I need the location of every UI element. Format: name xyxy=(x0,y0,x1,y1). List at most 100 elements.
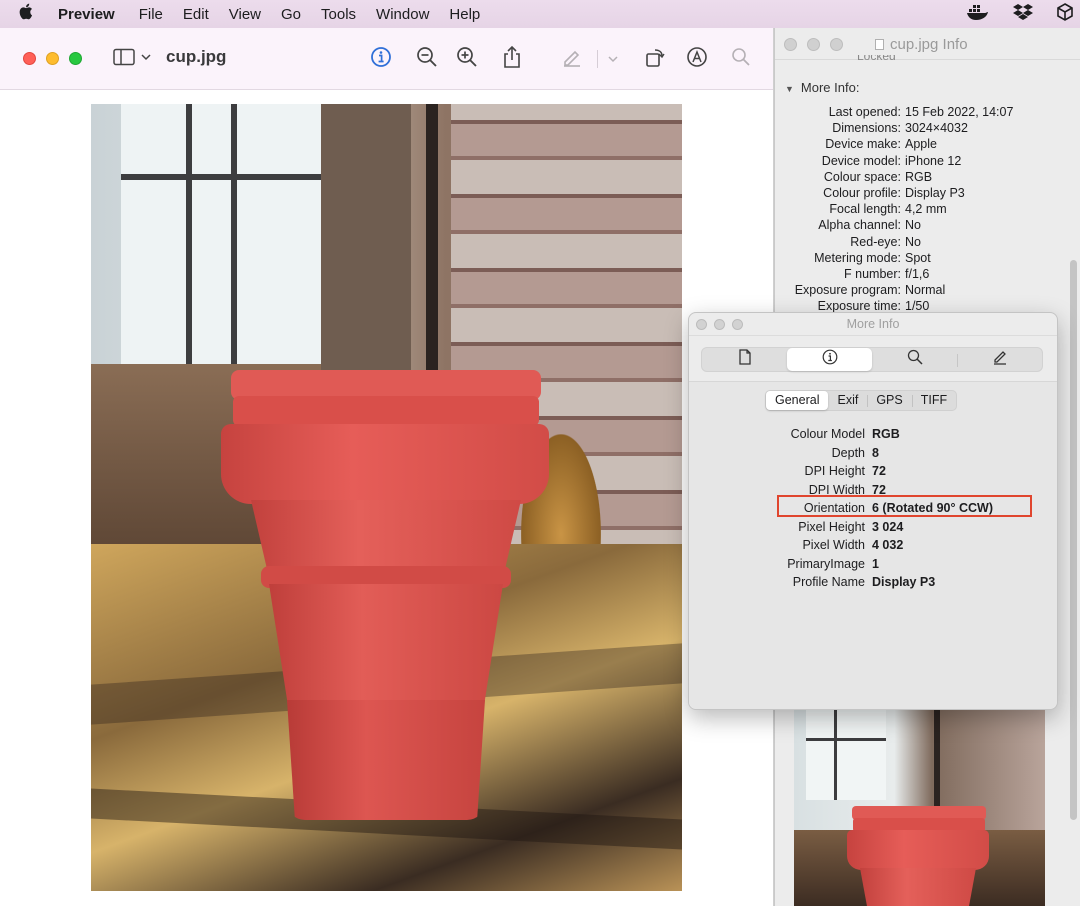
menu-view[interactable]: View xyxy=(229,6,261,23)
property-key: Profile Name xyxy=(792,575,865,589)
info-value: Normal xyxy=(905,283,946,298)
info-row: Device model: iPhone 12 xyxy=(775,153,1075,169)
menu-bar: Preview File Edit View Go Tools Window H… xyxy=(0,0,1080,28)
property-key: PrimaryImage xyxy=(787,556,865,571)
more-info-section-label: More Info: xyxy=(800,80,860,95)
rotate-icon xyxy=(644,46,666,73)
menu-tools[interactable]: Tools xyxy=(321,6,356,23)
document-icon xyxy=(738,349,752,370)
menu-help[interactable]: Help xyxy=(449,6,480,23)
dropbox-icon[interactable] xyxy=(1012,3,1034,21)
info-zoom-button[interactable] xyxy=(830,38,843,51)
menu-window[interactable]: Window xyxy=(376,6,429,23)
metadata-segmented-control: General Exif GPS TIFF xyxy=(765,390,958,411)
segment-general[interactable]: General xyxy=(766,391,829,410)
info-row: Alpha channel: No xyxy=(775,217,1075,233)
info-scrollbar[interactable] xyxy=(1070,260,1077,820)
info-value: No xyxy=(905,218,921,233)
more-info-titlebar: More Info xyxy=(689,313,1057,336)
property-row: Colour Model RGB xyxy=(689,425,1057,444)
info-row: F number: f/1,6 xyxy=(775,266,1075,282)
info-button[interactable] xyxy=(368,46,394,72)
info-value: f/1,6 xyxy=(905,266,930,281)
property-row: Pixel Height 3 024 xyxy=(689,518,1057,537)
info-close-button[interactable] xyxy=(784,38,797,51)
info-key: Colour profile: xyxy=(823,185,901,200)
chevron-down-icon xyxy=(607,50,619,68)
info-minimize-button[interactable] xyxy=(807,38,820,51)
inspector-tabs xyxy=(701,347,1043,372)
segment-gps[interactable]: GPS xyxy=(867,391,911,410)
zoom-button[interactable] xyxy=(69,52,82,65)
tab-more-info[interactable] xyxy=(787,348,872,371)
preview-thumbnail xyxy=(794,710,1045,906)
menu-file[interactable]: File xyxy=(139,6,163,23)
package-icon[interactable] xyxy=(1056,3,1074,21)
more-info-list: Last opened: 15 Feb 2022, 14:07 Dimension… xyxy=(775,104,1075,314)
toolbar-separator xyxy=(597,50,598,68)
info-key: Focal length: xyxy=(829,202,901,217)
photo xyxy=(91,104,682,891)
info-value: 4,2 mm xyxy=(905,202,947,217)
property-key: Colour Model xyxy=(790,427,865,441)
sidebar-toggle-button[interactable] xyxy=(112,46,152,72)
markup-menu-button[interactable] xyxy=(600,46,626,72)
zoom-in-icon xyxy=(456,46,478,73)
zoom-out-button[interactable] xyxy=(414,46,440,72)
property-value: 4 032 xyxy=(872,538,904,552)
share-button[interactable] xyxy=(499,45,525,72)
menu-preview[interactable]: Preview xyxy=(58,6,115,23)
info-row: Red-eye: No xyxy=(775,234,1075,250)
property-key: DPI Height xyxy=(804,464,865,478)
property-value: 1 xyxy=(872,556,879,571)
docker-icon[interactable] xyxy=(966,3,990,21)
info-key: Red-eye: xyxy=(850,234,901,249)
window-controls xyxy=(23,52,82,65)
more-info-section-header[interactable]: ▼ More Info: xyxy=(785,80,859,95)
search-button[interactable] xyxy=(728,46,754,72)
disclosure-triangle-icon: ▼ xyxy=(785,84,794,94)
info-key: Last opened: xyxy=(828,105,901,119)
zoom-out-icon xyxy=(416,46,438,73)
property-row: Depth 8 xyxy=(689,444,1057,463)
markup-button[interactable] xyxy=(559,46,585,72)
close-button[interactable] xyxy=(23,52,36,65)
info-value: Spot xyxy=(905,250,931,265)
info-row: Exposure program: Normal xyxy=(775,282,1075,298)
property-value: Display P3 xyxy=(872,575,936,589)
info-titlebar: cup.jpg Info Locked xyxy=(775,28,1080,61)
property-row: Profile Name Display P3 xyxy=(689,573,1057,592)
property-key: Depth xyxy=(831,445,865,460)
menu-edit[interactable]: Edit xyxy=(183,6,209,23)
info-window-title: cup.jpg Info xyxy=(875,36,968,53)
tab-annotations[interactable] xyxy=(957,348,1042,371)
pen-icon xyxy=(561,46,583,73)
orientation-highlight-box xyxy=(777,495,1032,517)
document-canvas[interactable] xyxy=(0,90,773,906)
locked-checkbox-label[interactable]: Locked xyxy=(857,55,896,61)
tab-file-info[interactable] xyxy=(702,348,787,371)
minimize-button[interactable] xyxy=(46,52,59,65)
preview-window: cup.jpg xyxy=(0,28,774,906)
more-info-title: More Info xyxy=(846,317,900,331)
segment-exif[interactable]: Exif xyxy=(828,391,867,410)
property-value: RGB xyxy=(872,427,900,441)
document-icon xyxy=(875,39,884,50)
apple-menu-icon[interactable] xyxy=(18,3,40,25)
info-window-title-text: cup.jpg Info xyxy=(890,36,968,53)
menu-go[interactable]: Go xyxy=(281,6,301,23)
info-key: Metering mode: xyxy=(814,250,901,265)
info-value: Display P3 xyxy=(905,185,965,200)
property-key: Pixel Width xyxy=(802,538,865,552)
info-value: RGB xyxy=(905,169,933,184)
tab-keywords[interactable] xyxy=(872,348,957,371)
info-key: Dimensions: xyxy=(832,121,901,136)
info-key: Device model: xyxy=(821,153,901,168)
document-title: cup.jpg xyxy=(166,47,227,66)
pencil-icon xyxy=(992,349,1008,370)
segment-tiff[interactable]: TIFF xyxy=(911,391,956,410)
property-key: Pixel Height xyxy=(798,519,865,534)
zoom-in-button[interactable] xyxy=(454,46,480,72)
rotate-button[interactable] xyxy=(642,46,668,72)
annotate-button[interactable] xyxy=(684,46,710,72)
